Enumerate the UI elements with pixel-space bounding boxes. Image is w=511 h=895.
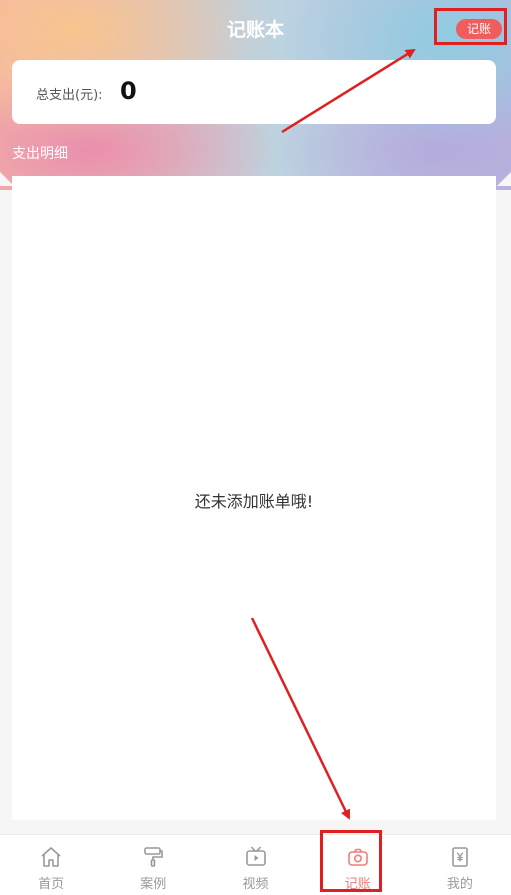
expense-list: 还未添加账单哦!	[12, 176, 496, 820]
home-icon	[41, 847, 61, 867]
annotation-highlight-add-button	[434, 8, 507, 45]
tab-mine-label: 我的	[446, 877, 473, 892]
total-expense-label: 总支出(元):	[36, 88, 103, 103]
total-expense-value: 0	[120, 77, 137, 105]
tv-icon	[245, 846, 266, 866]
empty-list-message: 还未添加账单哦!	[194, 492, 314, 511]
bottom-tab-bar: 首页 案例 视频 记账 我的	[0, 834, 511, 895]
header-notch-right	[497, 172, 511, 186]
yen-document-icon	[452, 847, 468, 867]
tab-mine[interactable]: 我的	[409, 835, 511, 895]
paint-roller-icon	[144, 847, 164, 867]
tab-cases-label: 案例	[140, 877, 167, 892]
tab-video[interactable]: 视频	[204, 835, 306, 895]
tab-video-label: 视频	[242, 877, 269, 892]
tab-home[interactable]: 首页	[0, 835, 102, 895]
tab-cases[interactable]: 案例	[102, 835, 204, 895]
annotation-highlight-bookkeeping-tab	[320, 830, 382, 892]
tab-home-label: 首页	[38, 877, 65, 892]
total-expense-card: 总支出(元): 0	[12, 60, 496, 124]
expense-details-title: 支出明细	[12, 146, 68, 162]
